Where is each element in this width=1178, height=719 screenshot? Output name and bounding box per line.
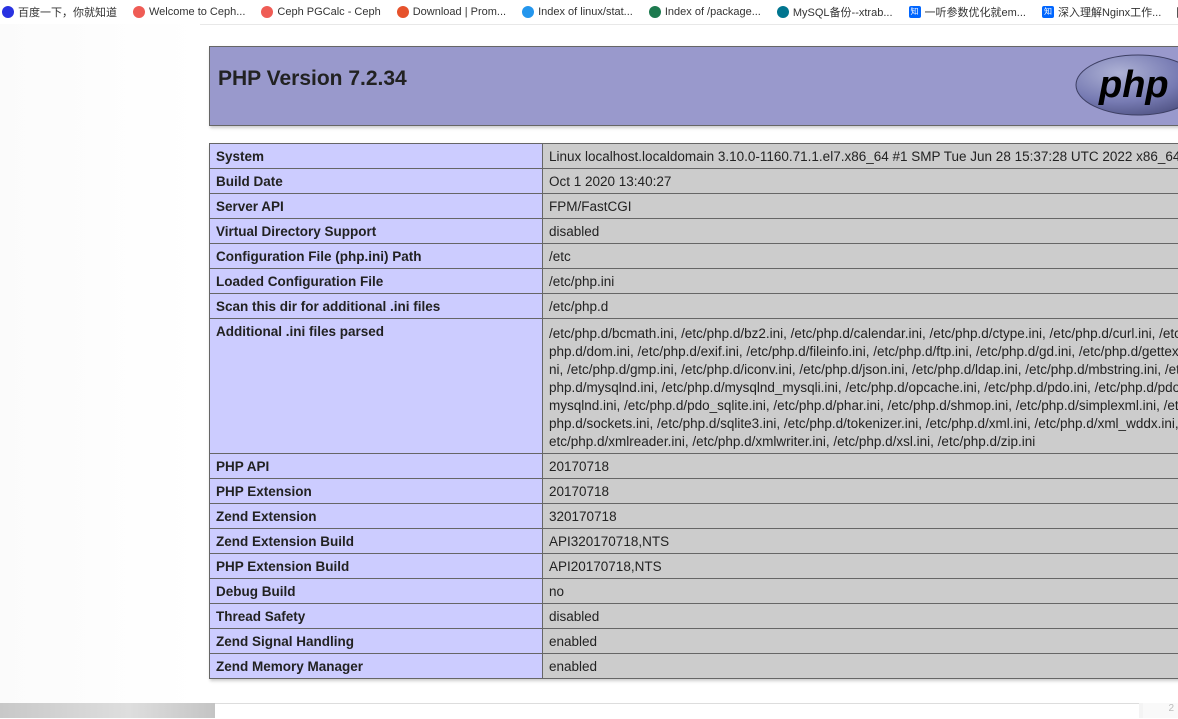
nginx-icon	[649, 6, 661, 18]
row-value: Oct 1 2020 13:40:27	[543, 169, 1178, 194]
bookmark-label: Ceph PGCalc - Ceph	[277, 6, 380, 18]
row-key: PHP Extension	[210, 479, 543, 504]
row-key: Zend Signal Handling	[210, 629, 543, 654]
zhihu-icon: 知	[909, 6, 921, 18]
bookmark-item[interactable]: 知深入理解Nginx工作...	[1042, 4, 1161, 20]
bookmark-label: MySQL备份--xtrab...	[793, 4, 893, 20]
page-indicator: 2	[1143, 703, 1178, 718]
table-row: Scan this dir for additional .ini files/…	[210, 294, 1178, 319]
bookmark-label: 百度一下，你就知道	[18, 4, 117, 20]
table-row: PHP Extension20170718	[210, 479, 1178, 504]
bookmark-item[interactable]: Download | Prom...	[397, 6, 506, 18]
zhihu-icon: 知	[1042, 6, 1054, 18]
table-row: Loaded Configuration File/etc/php.ini	[210, 269, 1178, 294]
table-row: Thread Safetydisabled	[210, 604, 1178, 629]
bottom-strip: 2	[0, 703, 1178, 718]
baidu-paw-icon	[2, 6, 14, 18]
table-row: Debug Buildno	[210, 579, 1178, 604]
row-value: /etc/php.d/bcmath.ini, /etc/php.d/bz2.in…	[543, 319, 1178, 454]
bookmark-label: Welcome to Ceph...	[149, 6, 245, 18]
row-value: no	[543, 579, 1178, 604]
table-row: Zend Extension320170718	[210, 504, 1178, 529]
row-value: /etc/php.ini	[543, 269, 1178, 294]
table-row: PHP Extension BuildAPI20170718,NTS	[210, 554, 1178, 579]
table-row: SystemLinux localhost.localdomain 3.10.0…	[210, 144, 1178, 169]
row-key: Configuration File (php.ini) Path	[210, 244, 543, 269]
row-value: /etc/php.d	[543, 294, 1178, 319]
row-value: 320170718	[543, 504, 1178, 529]
row-key: Zend Memory Manager	[210, 654, 543, 679]
row-value: API20170718,NTS	[543, 554, 1178, 579]
row-key: Server API	[210, 194, 543, 219]
table-row: Zend Memory Managerenabled	[210, 654, 1178, 679]
bottom-center-panel	[215, 703, 1139, 719]
row-value: enabled	[543, 629, 1178, 654]
bookmark-label: Index of linux/stat...	[538, 6, 633, 18]
row-key: PHP API	[210, 454, 543, 479]
bookmark-label: 一听参数优化就em...	[925, 4, 1026, 20]
row-value: enabled	[543, 654, 1178, 679]
php-info-header: PHP Version 7.2.34 php	[209, 46, 1178, 126]
table-row: Build DateOct 1 2020 13:40:27	[210, 169, 1178, 194]
mysql-dolphin-icon	[777, 6, 789, 18]
bookmark-label: Index of /package...	[665, 6, 761, 18]
bookmark-item[interactable]: Ceph PGCalc - Ceph	[261, 6, 380, 18]
bookmarks-bar: 百度一下，你就知道 Welcome to Ceph... Ceph PGCalc -…	[0, 0, 1178, 25]
table-row: Zend Signal Handlingenabled	[210, 629, 1178, 654]
row-value: API320170718,NTS	[543, 529, 1178, 554]
row-value: 20170718	[543, 479, 1178, 504]
ceph-icon	[133, 6, 145, 18]
row-value: disabled	[543, 604, 1178, 629]
left-background	[0, 24, 200, 718]
bookmark-item[interactable]: MySQL备份--xtrab...	[777, 4, 893, 20]
row-key: System	[210, 144, 543, 169]
row-key: Zend Extension Build	[210, 529, 543, 554]
bookmark-label: Download | Prom...	[413, 6, 506, 18]
row-key: Thread Safety	[210, 604, 543, 629]
bookmark-item[interactable]: Index of /package...	[649, 6, 761, 18]
bottom-left-panel	[0, 703, 215, 718]
row-key: Additional .ini files parsed	[210, 319, 543, 454]
bookmark-label: 深入理解Nginx工作...	[1058, 4, 1161, 20]
table-row: Virtual Directory Supportdisabled	[210, 219, 1178, 244]
prometheus-flame-icon	[397, 6, 409, 18]
docker-whale-icon	[522, 6, 534, 18]
bookmark-item[interactable]: Welcome to Ceph...	[133, 6, 245, 18]
row-key: Build Date	[210, 169, 543, 194]
row-value: disabled	[543, 219, 1178, 244]
table-row: Zend Extension BuildAPI320170718,NTS	[210, 529, 1178, 554]
table-row: Configuration File (php.ini) Path/etc	[210, 244, 1178, 269]
page-title: PHP Version 7.2.34	[218, 67, 407, 91]
row-key: Zend Extension	[210, 504, 543, 529]
row-value: 20170718	[543, 454, 1178, 479]
table-row: PHP API20170718	[210, 454, 1178, 479]
php-logo-icon: php	[1074, 53, 1178, 117]
row-value: FPM/FastCGI	[543, 194, 1178, 219]
ceph-icon	[261, 6, 273, 18]
php-info-table: SystemLinux localhost.localdomain 3.10.0…	[209, 143, 1178, 679]
bookmark-item[interactable]: 知一听参数优化就em...	[909, 4, 1026, 20]
php-logo-text: php	[1098, 64, 1169, 106]
row-value: /etc	[543, 244, 1178, 269]
bookmark-item[interactable]: 百度一下，你就知道	[2, 4, 117, 20]
row-key: Virtual Directory Support	[210, 219, 543, 244]
row-key: Loaded Configuration File	[210, 269, 543, 294]
row-key: Scan this dir for additional .ini files	[210, 294, 543, 319]
row-key: PHP Extension Build	[210, 554, 543, 579]
table-row: Server APIFPM/FastCGI	[210, 194, 1178, 219]
row-key: Debug Build	[210, 579, 543, 604]
bookmark-item[interactable]: Index of linux/stat...	[522, 6, 633, 18]
table-row: Additional .ini files parsed/etc/php.d/b…	[210, 319, 1178, 454]
row-value: Linux localhost.localdomain 3.10.0-1160.…	[543, 144, 1178, 169]
